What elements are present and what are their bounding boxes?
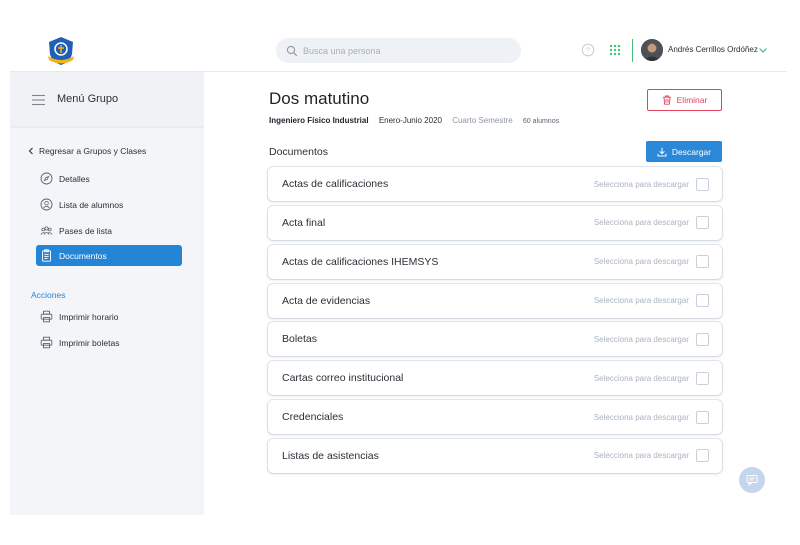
document-name: Acta de evidencias — [282, 294, 371, 307]
svg-text:?: ? — [586, 48, 590, 55]
document-row[interactable]: Actas de calificaciones Selecciona para … — [268, 167, 722, 201]
sidebar-item-lista-de-alumnos[interactable]: Lista de alumnos — [36, 194, 182, 215]
delete-button-label: Eliminar — [676, 95, 708, 105]
action-label: Imprimir boletas — [59, 337, 120, 348]
sidebar-item-label: Pases de lista — [59, 225, 112, 236]
group-meta: Ingeniero Físico Industrial Enero-Junio … — [269, 116, 559, 125]
actions-section-label: Acciones — [31, 290, 66, 300]
header-divider — [632, 39, 633, 62]
sidebar-item-detalles[interactable]: Detalles — [36, 168, 182, 189]
sidebar-item-pases-de-lista[interactable]: Pases de lista — [36, 220, 182, 241]
document-checkbox[interactable] — [696, 177, 709, 191]
help-icon[interactable]: ? — [581, 43, 595, 57]
document-row[interactable]: Actas de calificaciones IHEMSYS Seleccio… — [268, 244, 722, 279]
students-count: 60 alumnos — [522, 118, 560, 125]
document-checkbox[interactable] — [696, 332, 709, 346]
print-report-cards-action[interactable]: Imprimir boletas — [36, 332, 182, 353]
search-bar[interactable] — [276, 38, 521, 63]
sidebar-item-label: Lista de alumnos — [59, 199, 124, 210]
action-label: Imprimir horario — [59, 311, 119, 322]
document-name: Cartas correo institucional — [282, 372, 404, 385]
hamburger-menu-icon[interactable] — [32, 94, 45, 106]
clipboard-icon — [40, 249, 53, 262]
chat-icon — [746, 475, 758, 486]
documents-section-label: Documentos — [269, 146, 328, 158]
sidebar-header: Menú Grupo — [10, 72, 204, 128]
document-name: Credenciales — [282, 411, 344, 424]
print-schedule-action[interactable]: Imprimir horario — [36, 306, 182, 327]
trash-icon — [662, 95, 671, 105]
school-logo[interactable] — [46, 36, 76, 66]
download-button[interactable]: Descargar — [646, 141, 722, 162]
download-icon — [657, 147, 667, 156]
document-row[interactable]: Listas de asistencias Selecciona para de… — [268, 438, 722, 473]
select-hint: Selecciona para descargar — [593, 179, 689, 189]
select-hint: Selecciona para descargar — [593, 257, 689, 267]
top-header: ? Andrés Cerrillos Ordóñez — [10, 28, 787, 72]
back-link-label: Regresar a Grupos y Clases — [39, 146, 147, 156]
search-icon — [286, 45, 298, 56]
select-hint: Selecciona para descargar — [593, 218, 689, 228]
group-icon — [40, 224, 53, 237]
select-hint: Selecciona para descargar — [593, 373, 689, 383]
document-row[interactable]: Boletas Selecciona para descargar — [268, 322, 722, 357]
printer-icon — [40, 336, 53, 349]
delete-button[interactable]: Eliminar — [647, 89, 722, 111]
document-row[interactable]: Acta de evidencias Selecciona para desca… — [268, 283, 722, 318]
compass-icon — [40, 172, 53, 185]
sidebar-title: Menú Grupo — [57, 93, 119, 105]
search-input[interactable] — [303, 45, 503, 56]
document-checkbox[interactable] — [696, 410, 709, 424]
user-avatar[interactable] — [641, 39, 663, 61]
career-name: Ingeniero Físico Industrial — [269, 116, 369, 125]
period-label: Enero-Junio 2020 — [378, 116, 442, 125]
document-name: Actas de calificaciones — [282, 178, 389, 190]
document-name: Actas de calificaciones IHEMSYS — [282, 255, 439, 268]
back-to-groups-link[interactable]: Regresar a Grupos y Clases — [27, 146, 146, 156]
document-checkbox[interactable] — [696, 255, 709, 269]
sidebar-item-label: Detalles — [59, 173, 90, 184]
document-name: Boletas — [282, 333, 318, 346]
chevron-down-icon[interactable] — [758, 45, 768, 55]
select-hint: Selecciona para descargar — [593, 334, 689, 344]
chat-button[interactable] — [739, 467, 765, 493]
chevron-left-icon — [28, 147, 33, 155]
sidebar-item-label: Documentos — [59, 250, 107, 261]
document-row[interactable]: Acta final Selecciona para descargar — [268, 205, 722, 240]
page-title: Dos matutino — [269, 89, 370, 108]
apps-grid-icon[interactable] — [608, 43, 622, 57]
document-row[interactable]: Credenciales Selecciona para descargar — [268, 400, 722, 435]
document-checkbox[interactable] — [696, 371, 709, 385]
document-checkbox[interactable] — [696, 449, 709, 463]
select-hint: Selecciona para descargar — [593, 296, 689, 306]
sidebar-item-documentos[interactable]: Documentos — [36, 245, 182, 266]
document-name: Listas de asistencias — [282, 449, 379, 462]
select-hint: Selecciona para descargar — [593, 412, 689, 422]
select-hint: Selecciona para descargar — [593, 451, 689, 461]
sidebar: Menú Grupo Regresar a Grupos y Clases De… — [10, 72, 204, 515]
semester-label: Cuarto Semestre — [452, 116, 513, 125]
document-checkbox[interactable] — [696, 294, 709, 308]
download-button-label: Descargar — [671, 146, 712, 157]
document-name: Acta final — [282, 216, 326, 229]
user-name[interactable]: Andrés Cerrillos Ordóñez — [668, 45, 758, 54]
document-checkbox[interactable] — [696, 216, 709, 230]
document-row[interactable]: Cartas correo institucional Selecciona p… — [268, 361, 722, 396]
documents-list: Actas de calificaciones Selecciona para … — [268, 167, 722, 478]
user-circle-icon — [40, 198, 53, 211]
printer-icon — [40, 310, 53, 323]
